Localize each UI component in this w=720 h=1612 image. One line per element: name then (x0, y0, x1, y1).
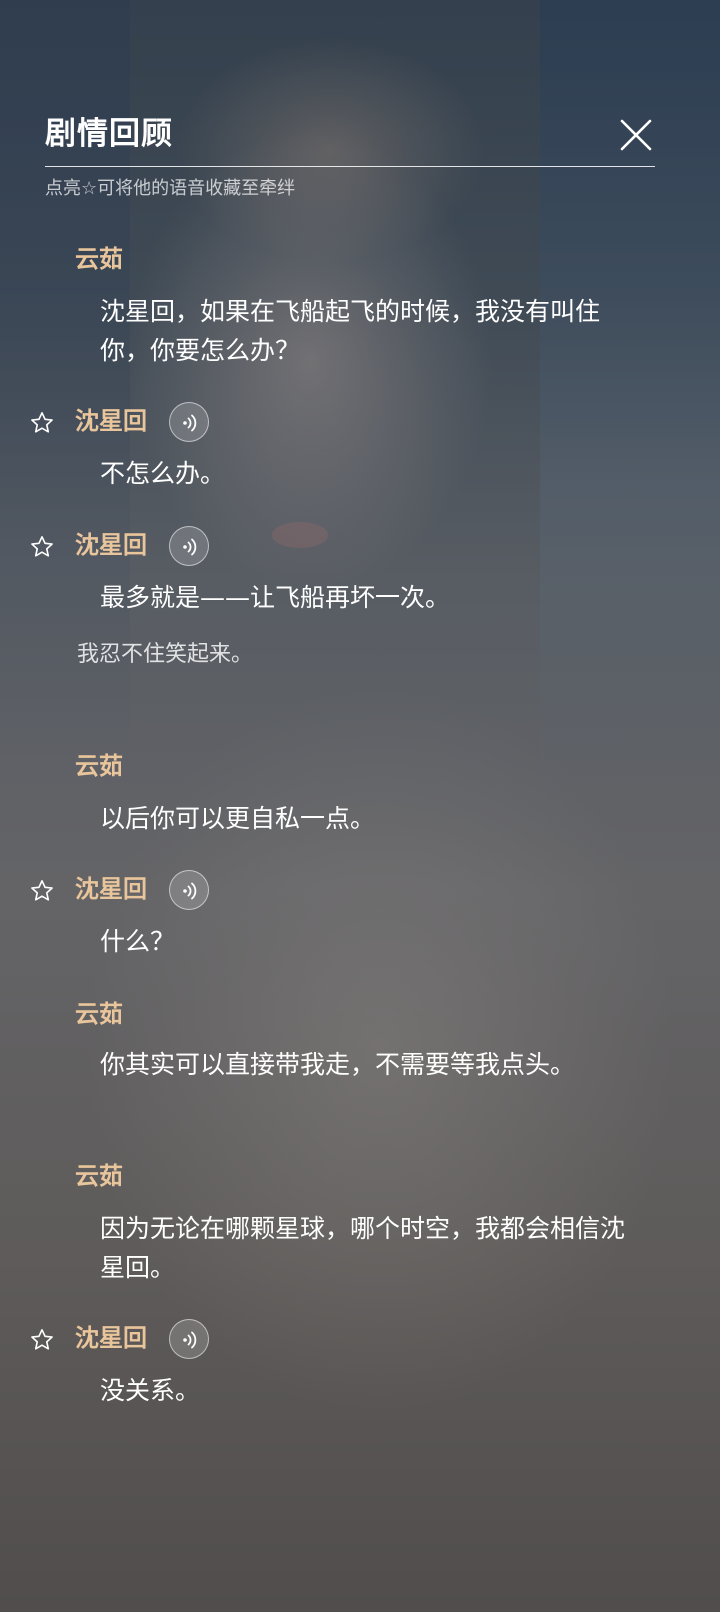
voice-play-icon (183, 538, 197, 556)
star-outline-icon (31, 536, 53, 557)
voice-play-icon (183, 1331, 197, 1349)
dialogue-line: 最多就是——让飞船再坏一次。 (100, 583, 451, 612)
dialogue-line: 你其实可以直接带我走，不需要等我点头。 (100, 1050, 576, 1079)
voice-play-button[interactable] (169, 526, 209, 566)
hint-text: 点亮☆可将他的语音收藏至牵绊 (45, 178, 296, 199)
close-button[interactable] (617, 116, 655, 154)
voice-play-button[interactable] (169, 1319, 209, 1359)
star-outline-icon (31, 880, 53, 901)
speaker-name: 云茹 (75, 1161, 123, 1190)
favorite-star-button[interactable] (29, 878, 55, 904)
speaker-name: 云茹 (75, 999, 123, 1028)
speaker-name: 云茹 (75, 751, 123, 780)
speaker-name: 沈星回 (75, 530, 147, 559)
voice-play-button[interactable] (169, 402, 209, 442)
dialogue-line: 因为无论在哪颗星球，哪个时空，我都会相信沈星回。 (100, 1214, 626, 1282)
dialogue-line: 以后你可以更自私一点。 (100, 804, 376, 833)
page-title: 剧情回顾 (45, 116, 173, 152)
dialogue-line: 不怎么办。 (100, 459, 226, 488)
voice-play-icon (183, 414, 197, 432)
favorite-star-button[interactable] (29, 1327, 55, 1353)
dialogue-line: 什么？ (100, 927, 176, 956)
header-divider (45, 166, 655, 167)
voice-play-button[interactable] (169, 870, 209, 910)
speaker-name: 沈星回 (75, 1323, 147, 1352)
dialogue-line: 没关系。 (100, 1376, 201, 1405)
speaker-name: 云茹 (75, 244, 123, 273)
star-outline-icon (31, 1329, 53, 1350)
voice-play-icon (183, 882, 197, 900)
header: 剧情回顾 (45, 110, 655, 158)
speaker-name: 沈星回 (75, 406, 147, 435)
speaker-name: 沈星回 (75, 874, 147, 903)
close-icon (620, 119, 652, 151)
star-outline-icon (31, 412, 53, 433)
dialogue-line: 沈星回，如果在飞船起飞的时候，我没有叫住你，你要怎么办？ (100, 297, 601, 365)
narration-text: 我忍不住笑起来。 (77, 642, 254, 667)
favorite-star-button[interactable] (29, 534, 55, 560)
favorite-star-button[interactable] (29, 410, 55, 436)
